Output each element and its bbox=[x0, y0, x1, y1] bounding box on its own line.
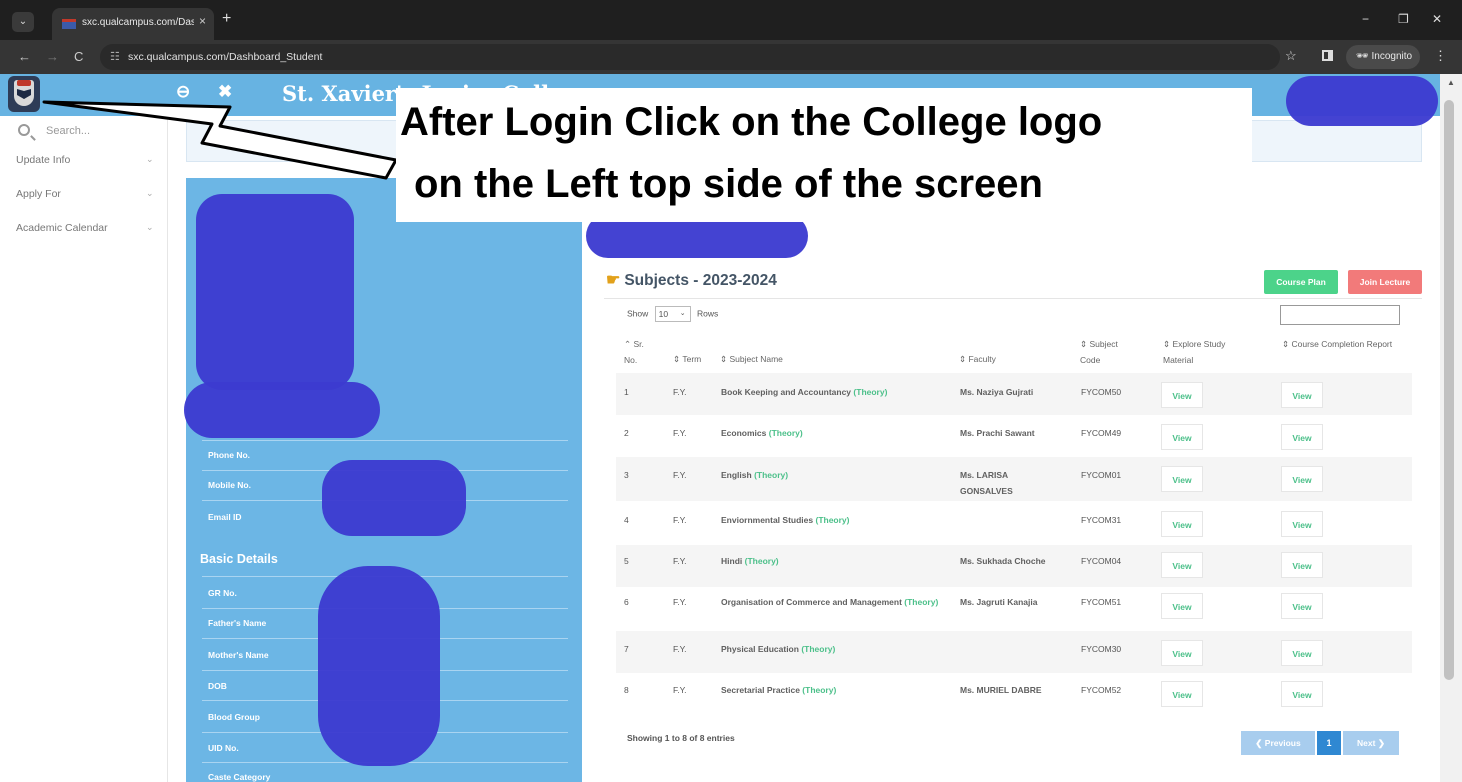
redaction-mark bbox=[322, 460, 466, 536]
report-view-button[interactable]: View bbox=[1281, 593, 1323, 619]
browser-menu-icon[interactable]: ⋮ bbox=[1434, 48, 1447, 64]
report-view-button[interactable]: View bbox=[1281, 466, 1323, 492]
sidebar-item-academic-calendar[interactable]: Academic Calendar bbox=[16, 222, 108, 234]
scroll-up-icon[interactable]: ▲ bbox=[1447, 78, 1455, 87]
table-search-input[interactable] bbox=[1280, 305, 1400, 325]
entries-summary: Showing 1 to 8 of 8 entries bbox=[627, 733, 735, 743]
column-header-sr[interactable]: ⌃ Sr. No. bbox=[624, 336, 658, 368]
profile-label-phone: Phone No. bbox=[208, 450, 251, 460]
column-header-report[interactable]: ⇕ Course Completion Report bbox=[1282, 336, 1402, 352]
report-view-button[interactable]: View bbox=[1281, 640, 1323, 666]
incognito-label: Incognito bbox=[1371, 51, 1413, 62]
pagination-next-button[interactable]: Next ❯ bbox=[1343, 731, 1399, 755]
join-lecture-button[interactable]: Join Lecture bbox=[1348, 270, 1422, 294]
column-header-subject-code[interactable]: ⇕ Subject Code bbox=[1080, 336, 1140, 368]
explore-view-button[interactable]: View bbox=[1161, 552, 1203, 578]
incognito-icon: 🕶 bbox=[1356, 51, 1369, 62]
scrollbar-thumb[interactable] bbox=[1444, 100, 1454, 680]
profile-label-uid: UID No. bbox=[208, 743, 239, 753]
redaction-mark bbox=[196, 194, 354, 390]
pagination-previous-button[interactable]: ❮ Previous bbox=[1241, 731, 1315, 755]
close-window-button[interactable]: ✕ bbox=[1432, 12, 1442, 26]
instruction-line-1: After Login Click on the College logo bbox=[400, 100, 1103, 144]
page-size-select[interactable]: 10 ⌄ bbox=[654, 306, 691, 322]
restore-button[interactable]: ❐ bbox=[1398, 12, 1409, 26]
chevron-down-icon: ⌄ bbox=[679, 310, 686, 317]
pagination-page-button[interactable]: 1 bbox=[1317, 731, 1341, 755]
sidebar: Search... Update Info ⌄ Apply For ⌄ Acad… bbox=[0, 116, 168, 782]
profile-label-blood-group: Blood Group bbox=[208, 712, 260, 722]
report-view-button[interactable]: View bbox=[1281, 382, 1323, 408]
redaction-mark bbox=[1286, 76, 1438, 126]
page-size-control: Show 10 ⌄ Rows bbox=[627, 306, 718, 322]
annotation-arrow-icon bbox=[42, 100, 398, 180]
explore-view-button[interactable]: View bbox=[1161, 511, 1203, 537]
explore-view-button[interactable]: View bbox=[1161, 466, 1203, 492]
column-header-term[interactable]: ⇕ Term bbox=[673, 351, 701, 367]
column-header-faculty[interactable]: ⇕ Faculty bbox=[959, 351, 996, 367]
explore-view-button[interactable]: View bbox=[1161, 593, 1203, 619]
column-header-subject-name[interactable]: ⇕ Subject Name bbox=[720, 351, 783, 367]
profile-label-mobile: Mobile No. bbox=[208, 480, 251, 490]
bookmark-star-icon[interactable]: ☆ bbox=[1285, 48, 1297, 64]
subjects-title: ☛ Subjects - 2023-2024 bbox=[606, 272, 777, 289]
column-header-explore[interactable]: ⇕ Explore Study Material bbox=[1163, 336, 1253, 368]
chevron-down-icon: ⌄ bbox=[146, 222, 154, 232]
minimize-button[interactable]: − bbox=[1362, 12, 1369, 26]
report-view-button[interactable]: View bbox=[1281, 681, 1323, 707]
profile-label-email: Email ID bbox=[208, 512, 242, 522]
explore-view-button[interactable]: View bbox=[1161, 424, 1203, 450]
report-view-button[interactable]: View bbox=[1281, 552, 1323, 578]
report-view-button[interactable]: View bbox=[1281, 424, 1323, 450]
page: ⌄ sxc.qualcampus.com/Dashboar × + − ❐ ✕ … bbox=[0, 0, 1462, 782]
divider bbox=[604, 298, 1422, 299]
incognito-badge[interactable]: 🕶 Incognito bbox=[1346, 45, 1420, 69]
instruction-line-2: on the Left top side of the screen bbox=[414, 162, 1043, 206]
side-panel-icon[interactable] bbox=[1322, 50, 1333, 61]
pointing-hand-icon: ☛ bbox=[606, 272, 621, 289]
profile-label-mother: Mother's Name bbox=[208, 650, 269, 660]
profile-label-gr: GR No. bbox=[208, 588, 237, 598]
explore-view-button[interactable]: View bbox=[1161, 681, 1203, 707]
instruction-callout: After Login Click on the College logo on… bbox=[396, 88, 1252, 222]
explore-view-button[interactable]: View bbox=[1161, 640, 1203, 666]
basic-details-title: Basic Details bbox=[200, 552, 278, 566]
profile-label-dob: DOB bbox=[208, 681, 227, 691]
course-plan-button[interactable]: Course Plan bbox=[1264, 270, 1338, 294]
redaction-mark bbox=[184, 382, 380, 438]
profile-label-father: Father's Name bbox=[208, 618, 267, 628]
redaction-mark bbox=[318, 566, 440, 766]
report-view-button[interactable]: View bbox=[1281, 511, 1323, 537]
explore-view-button[interactable]: View bbox=[1161, 382, 1203, 408]
profile-label-caste: Caste Category bbox=[208, 772, 271, 782]
